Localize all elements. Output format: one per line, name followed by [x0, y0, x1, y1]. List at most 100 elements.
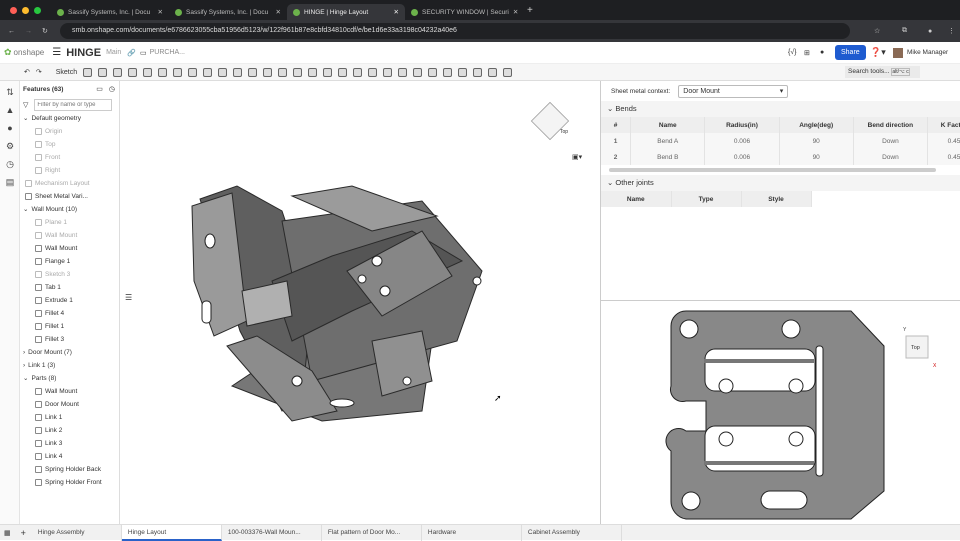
mate-connector-icon[interactable] — [323, 67, 333, 77]
table-cell[interactable]: Down — [853, 133, 928, 149]
part-list-item[interactable]: Link 1 — [23, 411, 119, 424]
back-icon[interactable]: ← — [8, 28, 15, 35]
feature-list-item[interactable]: Wall Mount — [23, 242, 119, 255]
hamburger-menu-icon[interactable]: ☰ — [52, 47, 61, 58]
feature-list-item[interactable]: Top — [23, 138, 119, 151]
feature-list-item[interactable]: Fillet 3 — [23, 333, 119, 346]
sheet-metal-icon[interactable] — [338, 67, 348, 77]
folder-icon[interactable]: ▭ — [140, 49, 147, 57]
column-header[interactable]: Angle(deg) — [779, 117, 854, 133]
measure-tool-icon[interactable] — [443, 67, 453, 77]
fillet-tool-icon[interactable] — [158, 67, 168, 77]
feature-list-item[interactable]: Wall Mount — [23, 229, 119, 242]
help-icon[interactable]: ❓▾ — [870, 47, 886, 58]
bends-section-header[interactable]: ⌄ Bends — [601, 101, 960, 117]
feature-folder[interactable]: ⌄ Parts (8) — [23, 372, 119, 385]
link-icon[interactable]: 🔗 — [127, 49, 136, 57]
feature-list-toggle-icon[interactable]: ☰ — [125, 293, 132, 302]
add-folder-icon[interactable]: ▭ — [96, 85, 103, 93]
undo-icon[interactable]: ↶ — [24, 68, 30, 76]
feature-folder[interactable]: ⌄ Wall Mount (10) — [23, 203, 119, 216]
document-tab[interactable]: Hinge Assembly — [32, 524, 122, 541]
variable-icon[interactable] — [473, 67, 483, 77]
table-cell[interactable]: Bend B — [630, 149, 706, 165]
sketch-button[interactable]: Sketch — [56, 69, 77, 76]
tab-tool-icon[interactable] — [368, 67, 378, 77]
document-title[interactable]: HINGE — [66, 47, 101, 59]
configurations-icon[interactable]: ⚙ — [5, 141, 15, 151]
view-options-icon[interactable]: ▣▾ — [572, 153, 582, 161]
table-cell[interactable]: 1 — [601, 133, 632, 149]
rollback-timer-icon[interactable]: ◷ — [109, 85, 115, 93]
feature-list-item[interactable]: Mechanism Layout — [23, 177, 119, 190]
document-tab[interactable]: Flat pattern of Door Mo... — [322, 524, 422, 541]
document-tab[interactable]: Hardware — [422, 524, 522, 541]
hinge-3d-model[interactable]: ➚ — [122, 81, 600, 524]
part-list-item[interactable]: Link 2 — [23, 424, 119, 437]
thicken-tool-icon[interactable] — [143, 67, 153, 77]
part-list-item[interactable]: Wall Mount — [23, 385, 119, 398]
unfold-tool-icon[interactable] — [428, 67, 438, 77]
context-select[interactable]: Door Mount ▾ — [678, 84, 789, 98]
part-list-item[interactable]: Link 4 — [23, 450, 119, 463]
feature-list-item[interactable]: Fillet 1 — [23, 320, 119, 333]
bookmark-star-icon[interactable]: ☆ — [874, 27, 880, 35]
form-tool-icon[interactable] — [413, 67, 423, 77]
reload-icon[interactable]: ↻ — [42, 27, 48, 35]
new-tab-icon[interactable]: + — [527, 5, 533, 16]
document-tab[interactable]: 100-003376-Wall Moun... — [222, 524, 322, 541]
display-states-icon[interactable] — [503, 67, 513, 77]
table-cell[interactable]: 2 — [601, 149, 632, 165]
part-list-item[interactable]: Link 3 — [23, 437, 119, 450]
feature-list-item[interactable]: Plane 1 — [23, 216, 119, 229]
loft-tool-icon[interactable] — [128, 67, 138, 77]
onshape-logo[interactable]: onshape — [14, 48, 45, 57]
branch-label[interactable]: Main — [106, 49, 121, 56]
extensions-icon[interactable]: ⧉ — [902, 27, 907, 35]
browser-tab[interactable]: Sassify Systems, Inc. | Docu ✕ — [169, 4, 287, 20]
feature-list-item[interactable]: Extrude 1 — [23, 294, 119, 307]
horizontal-scrollbar[interactable] — [609, 168, 936, 172]
window-controls[interactable] — [0, 6, 51, 14]
variables-icon[interactable]: {√} — [788, 49, 797, 56]
transform-tool-icon[interactable] — [293, 67, 303, 77]
bend-relief-icon[interactable] — [398, 67, 408, 77]
document-tab[interactable]: Hinge Layout — [121, 524, 222, 541]
section-view-icon[interactable] — [458, 67, 468, 77]
table-cell[interactable]: 0.006 — [704, 149, 780, 165]
column-header[interactable]: Bend direction — [853, 117, 928, 133]
globe-icon[interactable]: ● — [820, 49, 824, 56]
filter-input[interactable] — [34, 98, 113, 111]
column-header[interactable]: Name — [630, 117, 706, 133]
close-icon[interactable]: ✕ — [276, 8, 281, 16]
plane-tool-icon[interactable] — [308, 67, 318, 77]
comments-icon[interactable]: ● — [5, 123, 15, 133]
browser-tab-active[interactable]: HINGE | Hinge Layout ✕ — [287, 4, 405, 20]
table-cell[interactable]: 90 — [779, 149, 854, 165]
breadcrumb[interactable]: PURCHA... — [150, 49, 185, 56]
feature-folder[interactable]: › Door Mount (7) — [23, 346, 119, 359]
browser-tab[interactable]: SECURITY WINDOW | Securi ✕ — [405, 4, 523, 20]
redo-icon[interactable]: ↷ — [36, 68, 42, 76]
search-tools-input[interactable]: Search tools... alt/⌥ c — [845, 66, 920, 78]
table-cell[interactable]: 0.45 — [927, 133, 960, 149]
table-cell[interactable]: 0.45 — [927, 149, 960, 165]
table-cell[interactable]: 90 — [779, 133, 854, 149]
menu-icon[interactable]: ⋮ — [948, 27, 955, 35]
share-button[interactable]: Share — [835, 45, 866, 60]
apps-icon[interactable]: ⊞ — [804, 49, 810, 57]
close-icon[interactable]: ✕ — [513, 8, 518, 16]
feature-list-item[interactable]: Fillet 4 — [23, 307, 119, 320]
other-joints-section-header[interactable]: ⌄ Other joints — [601, 175, 960, 191]
table-cell[interactable]: Down — [853, 149, 928, 165]
sweep-tool-icon[interactable] — [113, 67, 123, 77]
history-icon[interactable]: ◷ — [5, 159, 15, 169]
boolean-tool-icon[interactable] — [263, 67, 273, 77]
feature-list-item[interactable]: Sketch 3 — [23, 268, 119, 281]
feature-list-item[interactable]: Tab 1 — [23, 281, 119, 294]
column-header[interactable]: Type — [671, 191, 742, 207]
bom-icon[interactable]: ▤ — [5, 177, 15, 187]
table-cell[interactable]: Bend A — [630, 133, 706, 149]
feature-list-item[interactable]: Front — [23, 151, 119, 164]
flat-pattern-view[interactable]: YX Top — [601, 300, 960, 524]
